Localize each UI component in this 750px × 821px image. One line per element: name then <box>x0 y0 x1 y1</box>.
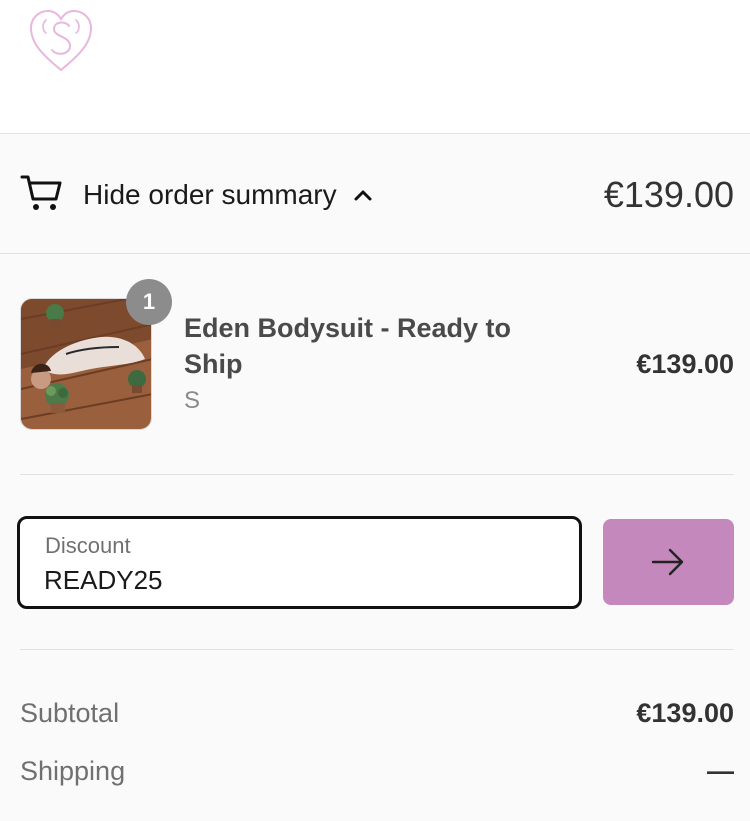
heart-monogram-logo-icon[interactable] <box>26 6 96 76</box>
order-summary-total: €139.00 <box>603 174 734 215</box>
subtotal-row: Subtotal €139.00 <box>20 696 734 730</box>
discount-field[interactable]: Discount <box>17 516 582 609</box>
shipping-value: — <box>707 756 734 786</box>
divider <box>20 474 734 475</box>
apply-discount-button[interactable] <box>603 519 734 605</box>
shipping-label: Shipping <box>20 756 126 786</box>
quantity-badge: 1 <box>126 279 172 325</box>
divider <box>20 649 734 650</box>
order-summary-panel: Hide order summary €139.00 1 Eden Bodysu… <box>0 133 750 821</box>
order-summary-toggle-label: Hide order summary <box>83 179 337 210</box>
product-variant: S <box>184 387 201 414</box>
chevron-up-icon <box>354 190 372 201</box>
store-header <box>0 0 750 133</box>
shipping-row: Shipping — <box>20 754 734 788</box>
discount-input[interactable] <box>44 563 544 597</box>
subtotal-value: €139.00 <box>636 698 734 728</box>
subtotal-label: Subtotal <box>20 698 120 728</box>
product-name: Eden Bodysuit - Ready to Ship <box>184 313 512 379</box>
cart-icon <box>20 175 62 210</box>
order-summary-toggle[interactable]: Hide order summary €139.00 <box>0 134 750 254</box>
arrow-right-icon <box>651 548 684 576</box>
discount-field-label: Discount <box>45 533 131 558</box>
product-price: €139.00 <box>636 349 734 379</box>
